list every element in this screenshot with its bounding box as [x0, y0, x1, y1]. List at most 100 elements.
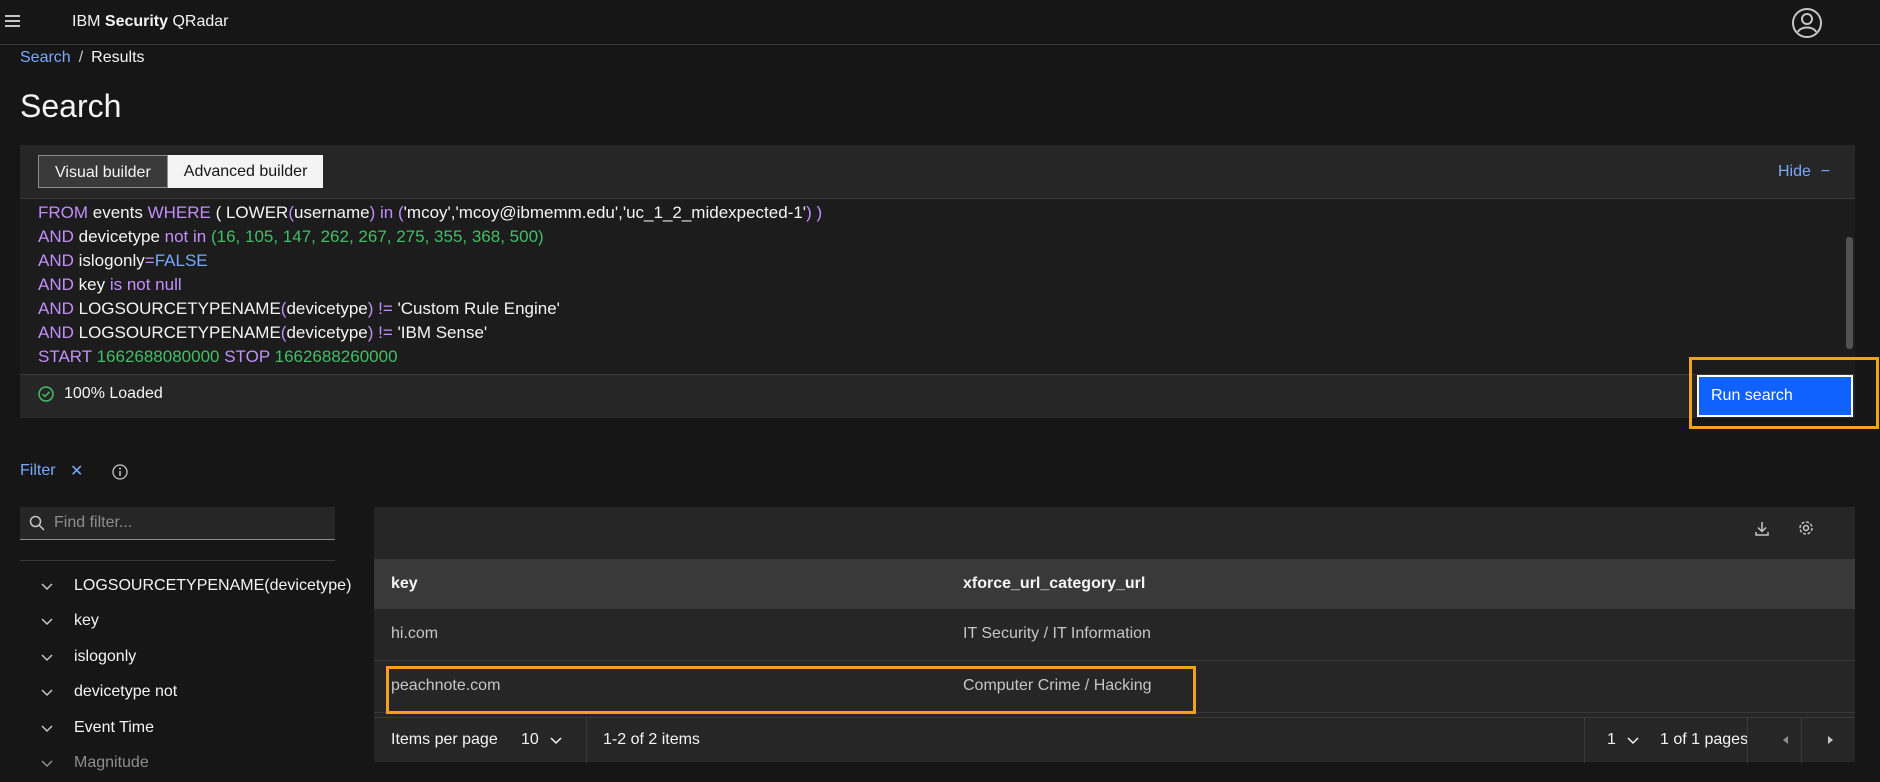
- query-line: START 1662688080000 STOP 1662688260000: [38, 347, 398, 367]
- query-token: 1662688080000: [91, 347, 225, 366]
- query-token: 1662688260000: [269, 347, 398, 366]
- chevron-down-icon: [550, 737, 562, 745]
- row-highlight-frame: [386, 666, 1196, 714]
- filter-search-input[interactable]: [54, 507, 324, 539]
- pagination-divider: [586, 718, 587, 763]
- query-token: STOP: [224, 347, 270, 366]
- query-line: AND key is not null: [38, 275, 182, 295]
- query-token: LOGSOURCETYPENAME: [73, 299, 281, 318]
- chevron-down-icon: [1627, 737, 1639, 745]
- filter-facet-item[interactable]: islogonly: [40, 648, 136, 666]
- breadcrumb-current: Results: [91, 49, 145, 66]
- search-icon: [29, 515, 45, 531]
- column-header-key[interactable]: key: [391, 575, 418, 593]
- filter-facet-label: islogonly: [74, 647, 137, 665]
- results-table: key xforce_url_category_url hi.com IT Se…: [374, 507, 1855, 763]
- chevron-down-icon: [41, 618, 53, 626]
- pagination-bar: Items per page 10 1-2 of 2 items 1 1 of …: [374, 717, 1855, 763]
- tab-visual-builder[interactable]: Visual builder: [38, 155, 168, 188]
- minus-icon: −: [1820, 163, 1831, 180]
- query-token: FALSE: [154, 251, 208, 270]
- query-line: AND islogonly=FALSE: [38, 251, 208, 271]
- column-header-xforce-url-category[interactable]: xforce_url_category_url: [963, 575, 1145, 593]
- hamburger-menu-icon[interactable]: [0, 12, 22, 32]
- items-per-page-label: Items per page: [391, 731, 498, 748]
- filter-facet-label: Event Time: [74, 718, 155, 736]
- query-builder-panel: Visual builder Advanced builder Hide − FR…: [20, 145, 1855, 418]
- items-per-page-value: 10: [521, 731, 539, 748]
- query-token: 'Custom Rule Engine': [392, 299, 560, 318]
- query-token: username: [294, 203, 370, 222]
- run-search-button[interactable]: Run search: [1697, 375, 1853, 417]
- query-editor[interactable]: FROM events WHERE ( LOWER(username) in (…: [20, 198, 1855, 375]
- item-range-text: 1-2 of 2 items: [603, 731, 700, 748]
- items-per-page-select[interactable]: 10: [521, 731, 563, 749]
- query-token: ( LOWER: [210, 203, 289, 222]
- query-token: in: [380, 203, 394, 222]
- query-token: devicetype: [73, 227, 165, 246]
- query-token: =: [144, 251, 155, 270]
- user-avatar-icon[interactable]: [1791, 7, 1823, 39]
- chevron-down-icon: [41, 689, 53, 697]
- query-token: devicetype: [286, 323, 368, 342]
- query-token: WHERE: [147, 203, 211, 222]
- filter-facet-label: key: [74, 612, 99, 630]
- filter-facet-label: Magnitude: [74, 754, 149, 771]
- page-select[interactable]: 1: [1607, 731, 1640, 749]
- checkmark-outline-icon: [38, 386, 54, 402]
- query-token: 'IBM Sense': [392, 323, 488, 342]
- query-token: is not null: [109, 275, 182, 294]
- load-status-text: 100% Loaded: [64, 385, 163, 402]
- page-value: 1: [1607, 731, 1616, 748]
- query-token: !=: [378, 299, 393, 318]
- filter-label: Filter: [20, 462, 56, 479]
- query-token: !=: [378, 323, 393, 342]
- hide-button[interactable]: Hide −: [1778, 163, 1830, 181]
- breadcrumb: Search / Results: [20, 49, 145, 67]
- filter-facet-item[interactable]: Event Time: [40, 719, 154, 737]
- breadcrumb-separator: /: [78, 49, 84, 66]
- query-line: AND LOGSOURCETYPENAME(devicetype) != 'Cu…: [38, 299, 560, 319]
- caret-right-icon[interactable]: [1824, 734, 1836, 746]
- caret-left-icon[interactable]: [1780, 734, 1792, 746]
- query-line: FROM events WHERE ( LOWER(username) in (…: [38, 203, 822, 223]
- hide-label: Hide: [1778, 163, 1811, 180]
- query-token: 'mcoy','mcoy@ibmemm.edu','uc_1_2_midexpe…: [403, 203, 807, 222]
- query-token: LOGSOURCETYPENAME: [73, 323, 281, 342]
- filter-facet-item[interactable]: devicetype not: [40, 683, 177, 701]
- query-line: AND LOGSOURCETYPENAME(devicetype) != 'IB…: [38, 323, 487, 343]
- filter-facet-item[interactable]: Magnitude: [40, 754, 149, 772]
- cell-xforce-url-category: IT Security / IT Information: [963, 625, 1151, 642]
- page-title: Search: [20, 88, 122, 124]
- pagination-divider: [1747, 718, 1748, 763]
- tab-advanced-builder[interactable]: Advanced builder: [167, 155, 324, 188]
- breadcrumb-search-link[interactable]: Search: [20, 49, 71, 66]
- query-token: AND: [38, 299, 74, 318]
- query-token: (16, 105, 147, 262, 267, 275, 355, 368, …: [210, 227, 544, 246]
- table-header-row: key xforce_url_category_url: [374, 559, 1855, 609]
- query-token: AND: [38, 323, 74, 342]
- close-icon[interactable]: ✕: [70, 461, 83, 481]
- information-icon[interactable]: [112, 464, 128, 480]
- chevron-down-icon: [41, 654, 53, 661]
- product-brand: IBM Security QRadar: [72, 13, 229, 30]
- filter-facet-label: LOGSOURCETYPENAME(devicetype): [74, 577, 352, 594]
- filter-facet-item[interactable]: key: [40, 612, 99, 630]
- download-icon[interactable]: [1753, 520, 1771, 538]
- cell-key: hi.com: [391, 625, 439, 642]
- editor-scrollbar[interactable]: [1844, 199, 1855, 374]
- filter-facet-label: devicetype not: [74, 683, 178, 701]
- query-token: ) ): [806, 203, 823, 222]
- filter-search-box: [20, 507, 335, 540]
- top-header-bar: IBM Security QRadar: [0, 0, 1880, 45]
- query-line: AND devicetype not in (16, 105, 147, 262…: [38, 227, 544, 247]
- query-token: events: [88, 203, 148, 222]
- table-row[interactable]: hi.com IT Security / IT Information: [374, 609, 1855, 661]
- filter-facet-item[interactable]: LOGSOURCETYPENAME(devicetype): [40, 577, 351, 595]
- query-token: AND: [38, 251, 74, 270]
- settings-icon[interactable]: [1797, 519, 1815, 537]
- query-token: not in: [164, 227, 207, 246]
- editor-scrollbar-thumb[interactable]: [1846, 237, 1853, 349]
- query-token: START: [38, 347, 92, 366]
- chevron-down-icon: [41, 583, 53, 591]
